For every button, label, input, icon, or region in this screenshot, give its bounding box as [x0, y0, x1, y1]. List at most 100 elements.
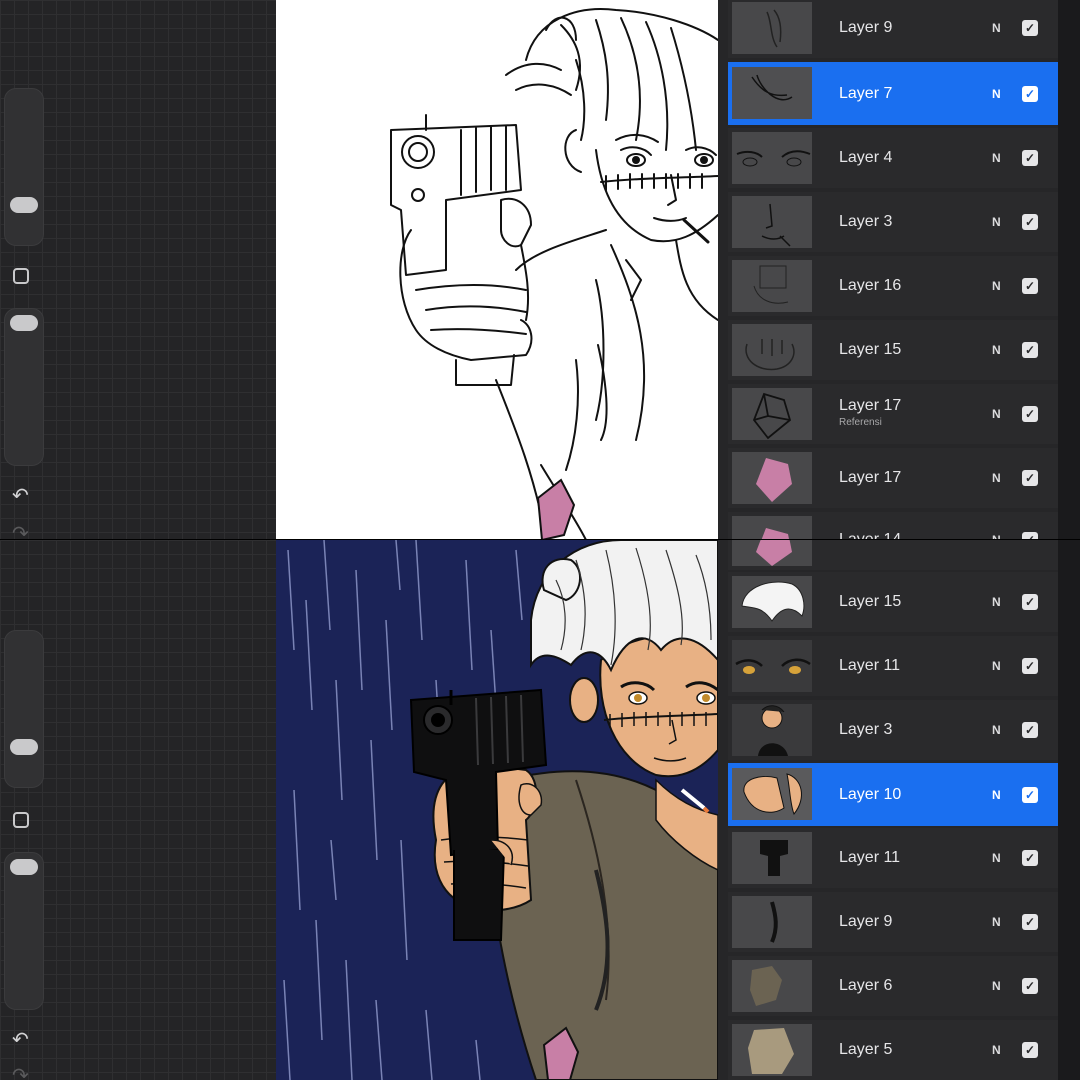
- blend-mode-button[interactable]: N: [992, 594, 1001, 610]
- layer-thumbnail: [732, 1024, 812, 1076]
- layer-row-selected[interactable]: Layer 10 N ✓: [728, 763, 1058, 826]
- checkbox-icon[interactable]: ✓: [1022, 658, 1038, 674]
- layer-row[interactable]: Layer 3 N ✓: [728, 192, 1058, 252]
- blend-mode-button[interactable]: N: [992, 214, 1001, 230]
- modify-square-icon[interactable]: [13, 812, 29, 828]
- layer-thumbnail: [732, 2, 812, 54]
- checkbox-icon[interactable]: ✓: [1022, 850, 1038, 866]
- layer-row[interactable]: Layer 3 N ✓: [728, 700, 1058, 760]
- checkbox-icon[interactable]: ✓: [1022, 278, 1038, 294]
- canvas-colored[interactable]: [276, 540, 718, 1080]
- top-screenshot: ↶ ↷ Layer 9 N ✓ Layer 7 N ✓ Layer 4 N ✓ …: [0, 0, 1080, 540]
- brush-size-knob[interactable]: [10, 739, 38, 755]
- lineart-illustration: [390, 8, 718, 540]
- brush-size-slider[interactable]: [4, 88, 44, 246]
- layer-row[interactable]: Layer 6 N ✓: [728, 956, 1058, 1016]
- blend-mode-button[interactable]: N: [992, 20, 1001, 36]
- layer-row[interactable]: Layer 15 N ✓: [728, 572, 1058, 632]
- layer-row[interactable]: Layer 11 N ✓: [728, 636, 1058, 696]
- checkbox-icon[interactable]: ✓: [1022, 150, 1038, 166]
- checkbox-icon[interactable]: ✓: [1022, 214, 1038, 230]
- checkbox-icon[interactable]: ✓: [1022, 406, 1038, 422]
- layer-thumbnail: [732, 960, 812, 1012]
- layer-name: Layer 6: [839, 977, 893, 994]
- brush-size-knob[interactable]: [10, 197, 38, 213]
- blend-mode-button[interactable]: N: [992, 722, 1001, 738]
- layer-thumbnail: [732, 388, 812, 440]
- layer-row[interactable]: Layer 14 N ✓: [728, 512, 1058, 540]
- layer-thumbnail: [732, 324, 812, 376]
- layer-row-partial[interactable]: [728, 540, 1058, 570]
- blend-mode-button[interactable]: N: [992, 978, 1001, 994]
- layer-row[interactable]: Layer 9 N ✓: [728, 0, 1058, 58]
- blend-mode-button[interactable]: N: [992, 86, 1001, 102]
- blend-mode-button[interactable]: N: [992, 470, 1001, 486]
- layer-thumbnail: [732, 516, 812, 540]
- layer-thumbnail: [732, 832, 812, 884]
- undo-icon[interactable]: ↶: [12, 486, 29, 506]
- checkbox-icon[interactable]: ✓: [1022, 20, 1038, 36]
- layer-name: Layer 4: [839, 149, 893, 166]
- layer-thumbnail: [732, 452, 812, 504]
- opacity-knob[interactable]: [10, 315, 38, 331]
- layer-name: Layer 11: [839, 657, 901, 674]
- layer-row[interactable]: Layer 17 Referensi N ✓: [728, 384, 1058, 444]
- layer-thumbnail: [732, 67, 812, 119]
- layer-row[interactable]: Layer 16 N ✓: [728, 256, 1058, 316]
- undo-icon[interactable]: ↶: [12, 1030, 29, 1050]
- blend-mode-button[interactable]: N: [992, 658, 1001, 674]
- checkbox-icon[interactable]: ✓: [1022, 86, 1038, 102]
- tool-sidebar: ↶ ↷: [0, 626, 46, 1080]
- redo-icon[interactable]: ↷: [12, 1066, 29, 1080]
- layer-row[interactable]: Layer 15 N ✓: [728, 320, 1058, 380]
- layer-row[interactable]: Layer 17 N ✓: [728, 448, 1058, 508]
- layer-name: Layer 7: [839, 85, 893, 102]
- blend-mode-button[interactable]: N: [992, 150, 1001, 166]
- crystal-pendant: [536, 478, 576, 540]
- layer-thumbnail: [732, 640, 812, 692]
- modify-square-icon[interactable]: [13, 268, 29, 284]
- layer-row[interactable]: Layer 4 N ✓: [728, 128, 1058, 188]
- layer-thumbnail: [732, 196, 812, 248]
- opacity-slider[interactable]: [4, 308, 44, 466]
- checkbox-icon[interactable]: ✓: [1022, 978, 1038, 994]
- blend-mode-button[interactable]: N: [992, 850, 1001, 866]
- checkbox-icon[interactable]: ✓: [1022, 722, 1038, 738]
- layer-thumbnail: [732, 576, 812, 628]
- checkbox-icon[interactable]: ✓: [1022, 594, 1038, 610]
- layer-name: Layer 17: [839, 397, 902, 414]
- checkbox-icon[interactable]: ✓: [1022, 470, 1038, 486]
- checkbox-icon[interactable]: ✓: [1022, 787, 1038, 803]
- checkbox-icon[interactable]: ✓: [1022, 914, 1038, 930]
- layer-row[interactable]: Layer 11 N ✓: [728, 828, 1058, 888]
- blend-mode-button[interactable]: N: [992, 787, 1001, 803]
- opacity-slider[interactable]: [4, 852, 44, 1010]
- layer-name: Layer 9: [839, 913, 893, 930]
- redo-icon[interactable]: ↷: [12, 524, 29, 540]
- blend-mode-button[interactable]: N: [992, 342, 1001, 358]
- layer-name: Layer 15: [839, 593, 902, 610]
- layer-name: Layer 3: [839, 213, 893, 230]
- layer-thumbnail: [732, 540, 812, 566]
- layer-name: Layer 15: [839, 341, 902, 358]
- brush-size-slider[interactable]: [4, 630, 44, 788]
- canvas-lineart[interactable]: [276, 0, 718, 540]
- layer-name: Layer 5: [839, 1041, 893, 1058]
- blend-mode-button[interactable]: N: [992, 278, 1001, 294]
- tool-sidebar: ↶ ↷: [0, 84, 46, 540]
- opacity-knob[interactable]: [10, 859, 38, 875]
- blend-mode-button[interactable]: N: [992, 406, 1001, 422]
- panel-edge: [1058, 540, 1080, 1080]
- layer-thumbnail: [732, 260, 812, 312]
- blend-mode-button[interactable]: N: [992, 1042, 1001, 1058]
- screenshot-divider: [0, 539, 1080, 540]
- layer-row[interactable]: Layer 5 N ✓: [728, 1020, 1058, 1080]
- layer-thumbnail: [732, 132, 812, 184]
- checkbox-icon[interactable]: ✓: [1022, 342, 1038, 358]
- layer-name: Layer 3: [839, 721, 893, 738]
- layer-row[interactable]: Layer 9 N ✓: [728, 892, 1058, 952]
- blend-mode-button[interactable]: N: [992, 914, 1001, 930]
- layer-name: Layer 16: [839, 277, 902, 294]
- layer-row-selected[interactable]: Layer 7 N ✓: [728, 62, 1058, 125]
- checkbox-icon[interactable]: ✓: [1022, 1042, 1038, 1058]
